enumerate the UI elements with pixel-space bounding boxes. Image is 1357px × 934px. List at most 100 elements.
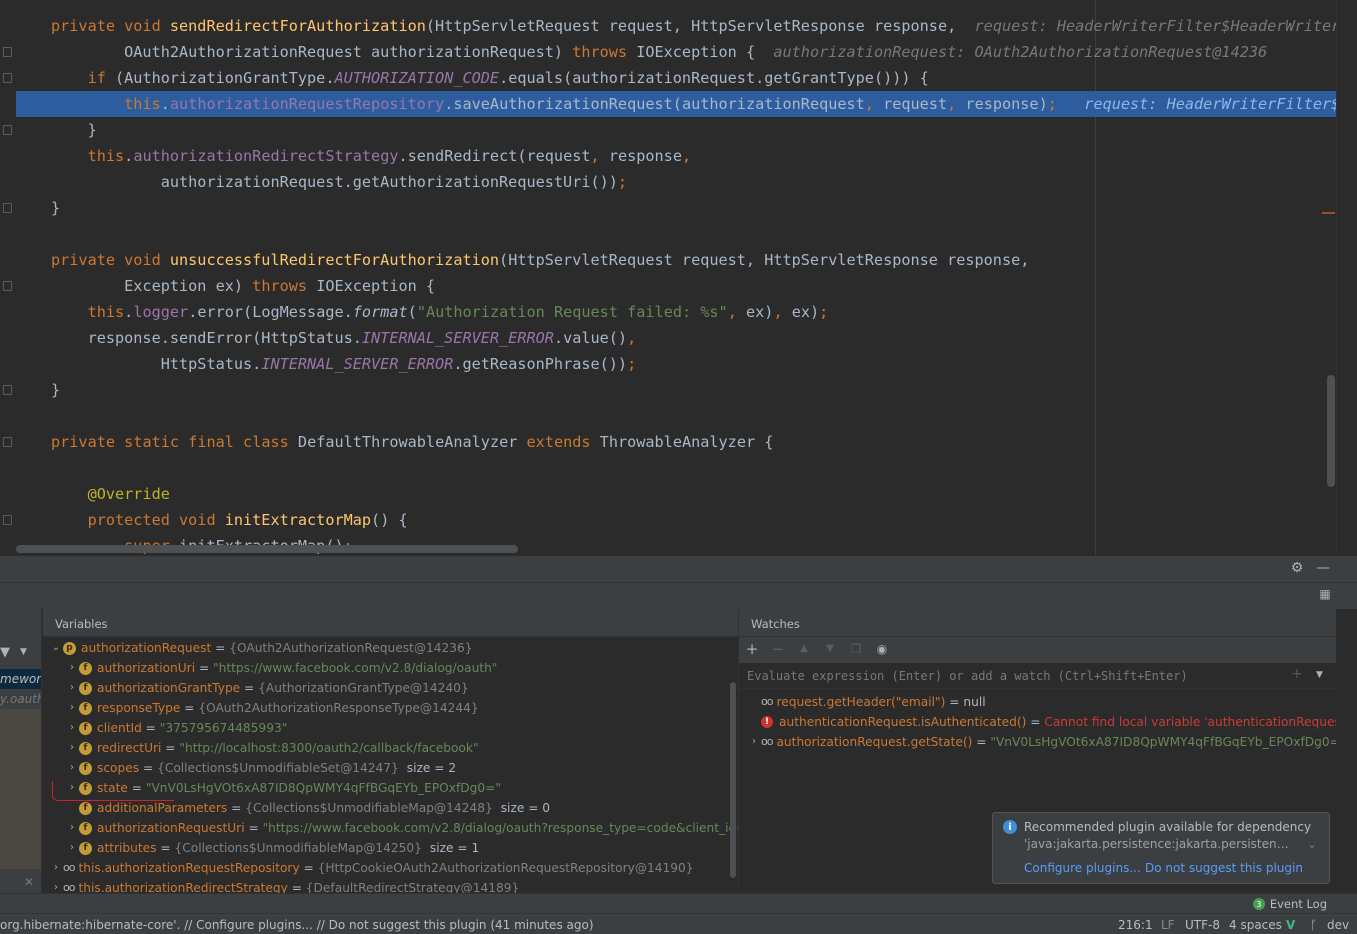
fold-marker[interactable] (3, 73, 12, 83)
filter-icon[interactable]: ▼ (0, 645, 10, 660)
expand-arrow-icon[interactable]: › (65, 838, 79, 858)
code-line[interactable]: private void sendRedirectForAuthorizatio… (16, 13, 1357, 39)
variable-row[interactable]: › f redirectUri = "http://localhost:8300/o… (65, 738, 479, 758)
expand-arrow-icon[interactable]: › (65, 678, 79, 698)
fold-marker[interactable] (3, 47, 12, 57)
move-down-icon[interactable]: ▼ (819, 643, 841, 654)
code-line[interactable] (16, 221, 1336, 247)
code-line[interactable]: OAuth2AuthorizationRequest authorization… (16, 39, 1336, 65)
git-branch[interactable]: dev (1327, 918, 1349, 932)
fold-marker[interactable] (3, 203, 12, 213)
code-token: void (179, 511, 225, 529)
expand-arrow-icon[interactable]: › (65, 698, 79, 718)
indent-setting[interactable]: 4 spaces (1229, 918, 1282, 932)
expand-arrow-icon[interactable]: › (65, 658, 79, 678)
variable-row[interactable]: › f attributes = {Collections$Unmodifiable… (65, 838, 479, 858)
fold-marker[interactable] (3, 515, 12, 525)
code-line[interactable]: } (16, 195, 1336, 221)
code-line[interactable]: Exception ex) throws IOException { (16, 273, 1336, 299)
expand-arrow-icon[interactable]: › (65, 758, 79, 778)
move-up-icon[interactable]: ▲ (793, 643, 815, 654)
history-dropdown-icon[interactable]: ▼ (1316, 670, 1323, 680)
fold-marker[interactable] (3, 281, 12, 291)
close-icon[interactable]: ✕ (24, 875, 34, 889)
code-line[interactable]: } (16, 377, 1336, 403)
event-log-button[interactable]: 3 Event Log (1252, 897, 1327, 911)
watch-row[interactable]: › oo authorizationRequest.getState() = "Vn… (747, 732, 1336, 752)
gear-icon[interactable]: ⚙ (1288, 560, 1306, 576)
status-message[interactable]: org.hibernate:hibernate-core'. // Config… (0, 918, 594, 932)
editor-horizontal-scrollbar[interactable] (16, 545, 518, 553)
variables-scrollbar[interactable] (730, 682, 736, 878)
watch-row[interactable]: oo request.getHeader("email") = null (747, 692, 986, 712)
code-line-current[interactable]: this.authorizationRequestRepository.save… (16, 91, 1357, 117)
equals-sign: = (227, 801, 246, 815)
expand-arrow-icon[interactable]: ⌄ (49, 638, 63, 658)
code-line[interactable]: private void unsuccessfulRedirectForAuth… (16, 247, 1336, 273)
code-line[interactable]: protected void initExtractorMap() { (16, 507, 1336, 533)
vue-icon[interactable]: V (1286, 918, 1295, 932)
code-line[interactable]: this.authorizationRedirectStrategy.sendR… (16, 143, 1336, 169)
configure-plugins-link[interactable]: Configure plugins... (1024, 861, 1141, 875)
expand-arrow-icon[interactable]: › (65, 718, 79, 738)
code-line[interactable]: @Override (16, 481, 1336, 507)
do-not-suggest-link[interactable]: Do not suggest this plugin (1145, 861, 1303, 875)
variable-row[interactable]: › f authorizationGrantType = {Authorizatio… (65, 678, 469, 698)
fold-marker[interactable] (3, 125, 12, 135)
expand-arrow-icon[interactable]: › (65, 738, 79, 758)
code-line[interactable]: if (AuthorizationGrantType.AUTHORIZATION… (16, 65, 1336, 91)
code-line[interactable]: private static final class DefaultThrowa… (16, 429, 1336, 455)
chevron-down-icon[interactable]: ▼ (20, 647, 27, 657)
frame-list[interactable] (0, 709, 41, 869)
chevron-down-icon[interactable]: ⌄ (1307, 837, 1317, 851)
file-encoding[interactable]: UTF-8 (1185, 918, 1220, 932)
layout-settings-icon[interactable]: ▦ (1316, 587, 1334, 601)
variable-row[interactable]: ⌄ p authorizationRequest = {OAuth2Authoriz… (49, 638, 473, 658)
remove-watch-icon[interactable]: − (767, 640, 789, 658)
minimize-icon[interactable]: — (1314, 560, 1332, 576)
editor-vertical-scrollbar[interactable] (1327, 375, 1335, 487)
eye-icon[interactable]: ◉ (871, 642, 893, 656)
editor-gutter[interactable] (0, 0, 16, 555)
expand-arrow-icon[interactable]: › (65, 818, 79, 838)
variable-row[interactable]: › f authorizationUri = "https://www.facebo… (65, 658, 497, 678)
variable-value: {OAuth2AuthorizationResponseType@14244} (198, 701, 479, 715)
field-icon: f (79, 701, 92, 715)
code-line[interactable]: HttpStatus.INTERNAL_SERVER_ERROR.getReas… (16, 351, 1336, 377)
variable-row[interactable]: › f scopes = {Collections$UnmodifiableSet@… (65, 758, 456, 778)
variable-row[interactable]: › oo this.authorizationRedirectStrategy = … (49, 878, 519, 893)
code-token: ; (819, 303, 829, 321)
duplicate-watch-icon[interactable]: ❐ (845, 642, 867, 656)
error-stripe[interactable] (1336, 0, 1357, 555)
variable-row[interactable]: › f clientId = "375795674485993" (65, 718, 287, 738)
code-line[interactable]: this.logger.error(LogMessage.format("Aut… (16, 299, 1336, 325)
caret-position[interactable]: 216:1 (1118, 918, 1153, 932)
code-line[interactable] (16, 455, 1336, 481)
watch-row[interactable]: ! authenticationRequest.isAuthenticated()… (747, 712, 1336, 732)
code-line[interactable]: authorizationRequest.getAuthorizationReq… (16, 169, 1336, 195)
code-line[interactable]: response.sendError(HttpStatus.INTERNAL_S… (16, 325, 1336, 351)
frame-item[interactable]: y.oauth (0, 689, 41, 709)
variable-row[interactable]: f additionalParameters = {Collections$Unm… (65, 798, 550, 818)
code-editor[interactable]: private void sendRedirectForAuthorizatio… (0, 0, 1357, 555)
expand-arrow-icon[interactable]: › (747, 732, 761, 752)
git-branch-icon[interactable]: ᚴ (1310, 918, 1317, 932)
code-line[interactable] (16, 403, 1336, 429)
fold-marker[interactable] (3, 437, 12, 447)
variable-value: "375795674485993" (159, 721, 288, 735)
add-watch-icon[interactable]: + (741, 640, 763, 658)
variable-row[interactable]: › f responseType = {OAuth2AuthorizationRes… (65, 698, 479, 718)
error-stripe-mark[interactable] (1322, 212, 1335, 214)
code-token: response.sendError(HttpStatus. (51, 329, 362, 347)
variable-row[interactable]: › f authorizationRequestUri = "https://www… (65, 818, 738, 838)
expand-arrow-icon[interactable]: › (49, 858, 63, 878)
variable-row[interactable]: › oo this.authorizationRequestRepository =… (49, 858, 694, 878)
expand-arrow-icon[interactable]: › (49, 878, 63, 893)
variable-value: {OAuth2AuthorizationRequest@14236} (229, 641, 473, 655)
code-line[interactable]: } (16, 117, 1336, 143)
add-watch-inline-icon[interactable]: + (1291, 666, 1303, 682)
frame-item-selected[interactable]: mework. (0, 669, 41, 689)
watch-expression-input[interactable] (739, 664, 1279, 688)
fold-marker[interactable] (3, 385, 12, 395)
line-separator[interactable]: LF (1161, 918, 1175, 932)
